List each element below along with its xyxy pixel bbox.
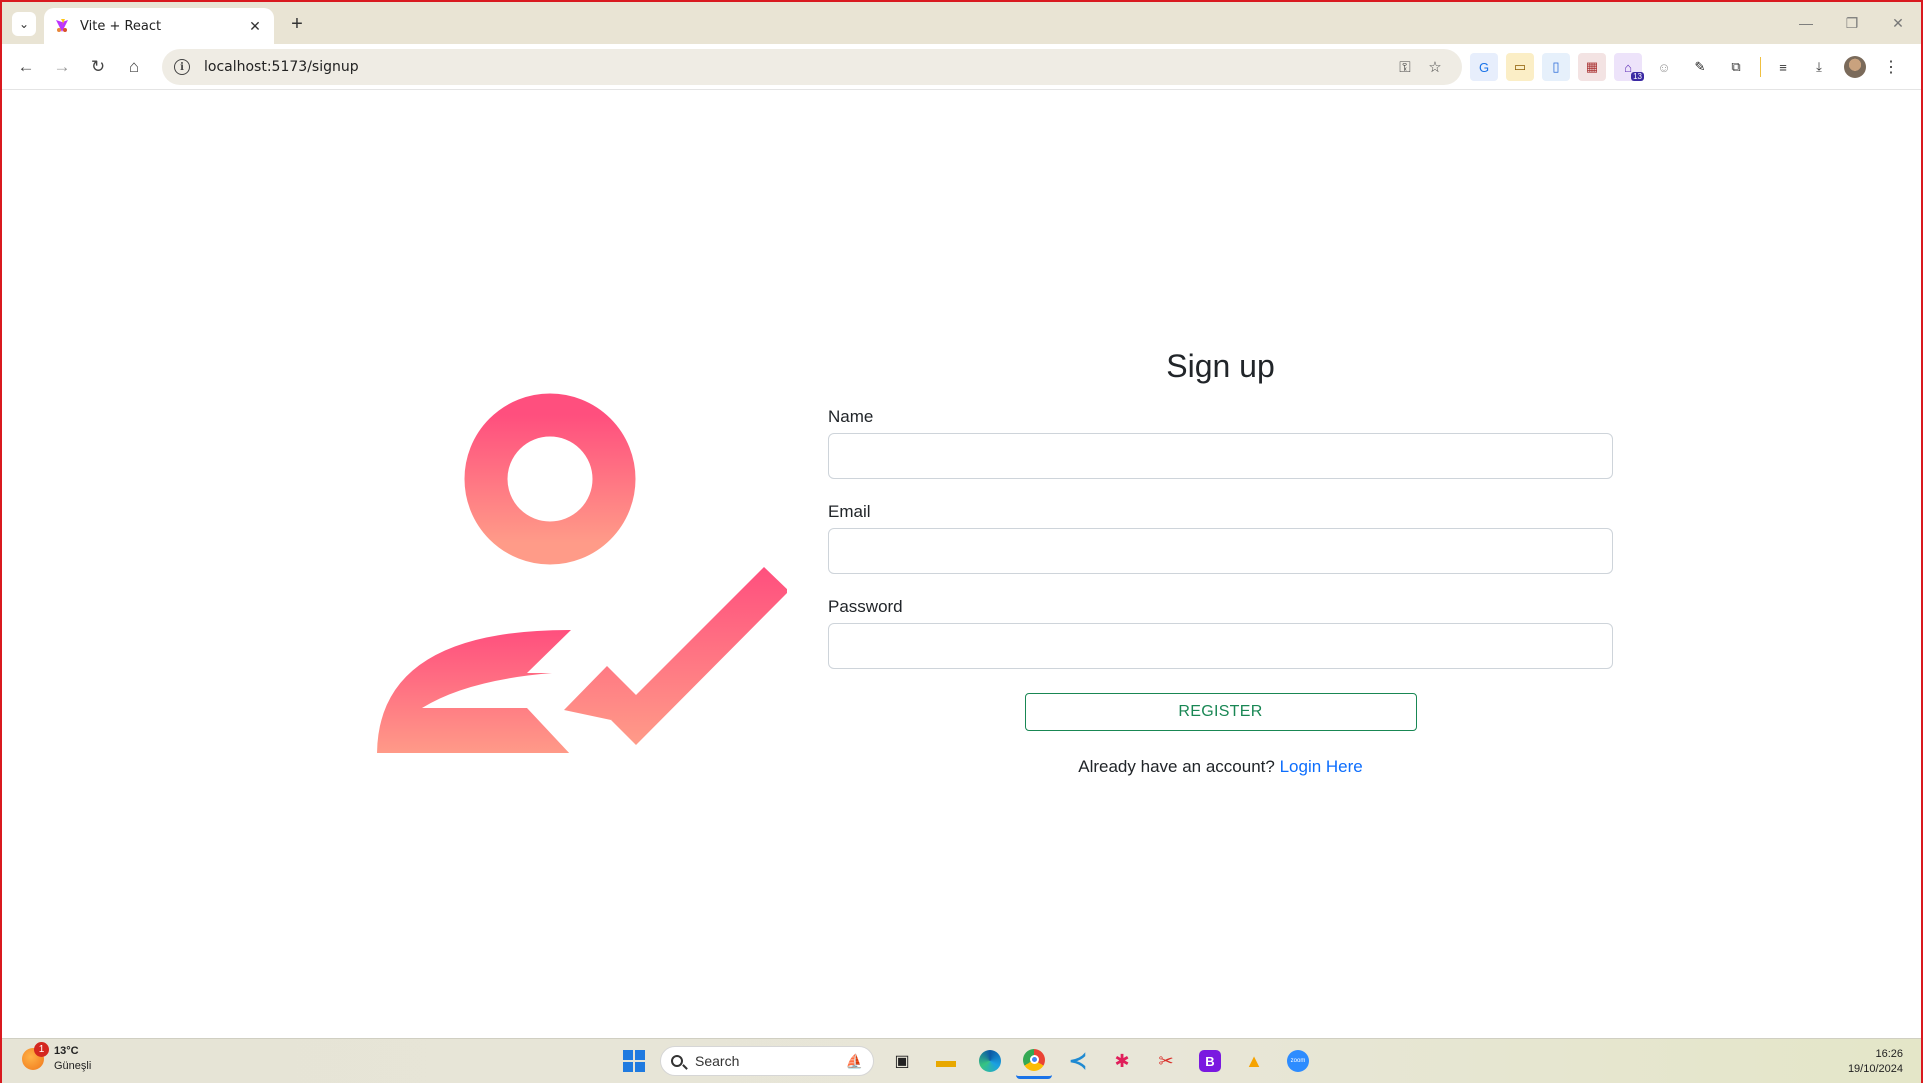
address-url[interactable]: localhost:5173/signup [204,59,1390,75]
close-window-button[interactable]: ✕ [1875,2,1921,44]
browser-menu-icon[interactable]: ⋮ [1877,53,1905,81]
tab-title: Vite + React [80,18,162,34]
extensions-area: G ▭ ▯ ▦ ⌂ 13 ☺ ✎ ⧉ ≡ ⤓ ⋮ [1470,52,1913,82]
profile-avatar[interactable] [1841,53,1869,81]
chrome-logo-center [1029,1055,1039,1064]
media-queue-icon[interactable]: ≡ [1769,53,1797,81]
extensions-puzzle-icon[interactable]: ⧉ [1722,53,1750,81]
password-field[interactable] [828,623,1613,669]
login-link[interactable]: Login Here [1280,757,1363,776]
notification-badge: 1 [34,1042,49,1057]
vscode-icon[interactable]: ≺ [1060,1043,1096,1079]
sun-icon: 1 [22,1042,49,1070]
bootstrap-icon[interactable]: B [1192,1043,1228,1079]
window-controls: — ❐ ✕ [1783,2,1921,44]
translate-extension-icon[interactable]: G [1470,53,1498,81]
close-tab-icon[interactable]: ✕ [246,18,264,35]
slack-icon[interactable]: ✱ [1104,1043,1140,1079]
clock-time: 16:26 [1875,1048,1903,1060]
system-clock[interactable]: 16:26 19/10/2024 [1848,1047,1903,1077]
firebase-icon[interactable]: ▲ [1236,1043,1272,1079]
zoom-icon[interactable]: zoom [1280,1043,1316,1079]
extension-doc-icon[interactable]: ▯ [1542,53,1570,81]
edge-icon[interactable] [972,1043,1008,1079]
windows-start-icon[interactable] [616,1043,652,1079]
signup-form: Sign up Name Email Password REGISTER Alr… [828,341,1613,777]
toolbar-divider [1760,57,1761,77]
chrome-logo [1023,1048,1045,1071]
task-view-icon[interactable]: ▣ [884,1043,920,1079]
home-button[interactable]: ⌂ [120,53,148,81]
password-key-icon[interactable]: ⚿ [1390,59,1420,76]
extension-calendar-icon[interactable]: ▦ [1578,53,1606,81]
tab-list-button[interactable]: ⌄ [12,12,36,36]
download-icon[interactable]: ⤓ [1805,53,1833,81]
browser-tab-strip: ⌄ Vite + React ✕ + — ❐ ✕ [2,2,1921,44]
back-button[interactable]: ← [12,53,40,81]
password-label: Password [828,597,903,616]
minimize-button[interactable]: — [1783,2,1829,44]
bootstrap-logo: B [1199,1050,1221,1072]
search-placeholder: Search [695,1053,740,1069]
taskbar-apps: Search ⛵ ▣ ▬ ≺ ✱ ✂ B ▲ zoom [616,1043,1324,1079]
snipping-tool-icon[interactable]: ✂ [1148,1043,1184,1079]
eyedropper-icon[interactable]: ✎ [1686,53,1714,81]
email-field[interactable] [828,528,1613,574]
weather-temp: 13°C [54,1045,79,1057]
signup-page: Sign up Name Email Password REGISTER Alr… [2,91,1921,1038]
extension-badge-count: 13 [1631,72,1644,81]
weather-desc: Güneşli [54,1060,92,1072]
avatar [1844,56,1866,78]
email-label: Email [828,502,871,521]
extension-badge-icon[interactable]: ⌂ 13 [1614,53,1644,81]
name-label: Name [828,407,874,426]
windows-logo-icon [623,1050,645,1072]
new-tab-button[interactable]: + [285,12,309,36]
login-prompt-line: Already have an account? Login Here [828,757,1613,777]
file-explorer-icon[interactable]: ▬ [928,1043,964,1079]
name-field[interactable] [828,433,1613,479]
weather-text: 13°C Güneşli [54,1044,91,1074]
page-title: Sign up [1166,348,1275,384]
chevron-down-icon: ⌄ [18,17,30,31]
clock-date: 19/10/2024 [1847,1063,1903,1075]
vite-logo-icon [56,19,68,32]
browser-toolbar: ← → ↻ ⌂ i localhost:5173/signup ⚿ ☆ G ▭ … [2,44,1921,90]
weather-widget[interactable]: 1 13°C Güneşli [22,1042,91,1074]
forward-button[interactable]: → [48,53,76,81]
browser-tab-active[interactable]: Vite + React ✕ [44,8,274,44]
user-check-icon [377,393,787,753]
register-button[interactable]: REGISTER [1024,693,1417,731]
zoom-logo: zoom [1287,1050,1309,1072]
chrome-icon[interactable] [1016,1043,1052,1079]
login-prompt-text: Already have an account? [1078,757,1275,776]
search-icon [671,1055,683,1067]
extension-folder-icon[interactable]: ▭ [1506,53,1534,81]
extension-face-icon[interactable]: ☺ [1650,53,1678,81]
site-info-icon[interactable]: i [174,59,190,75]
search-highlight-icon: ⛵ [845,1052,863,1069]
windows-taskbar: 1 13°C Güneşli Search ⛵ ▣ ▬ ≺ ✱ ✂ B ▲ zo… [2,1038,1921,1083]
address-bar[interactable]: i localhost:5173/signup ⚿ ☆ [162,49,1462,85]
restore-button[interactable]: ❐ [1829,2,1875,44]
reload-button[interactable]: ↻ [84,53,112,81]
bookmark-star-icon[interactable]: ☆ [1420,58,1450,76]
taskbar-search[interactable]: Search ⛵ [660,1046,874,1076]
edge-logo [979,1050,1001,1072]
